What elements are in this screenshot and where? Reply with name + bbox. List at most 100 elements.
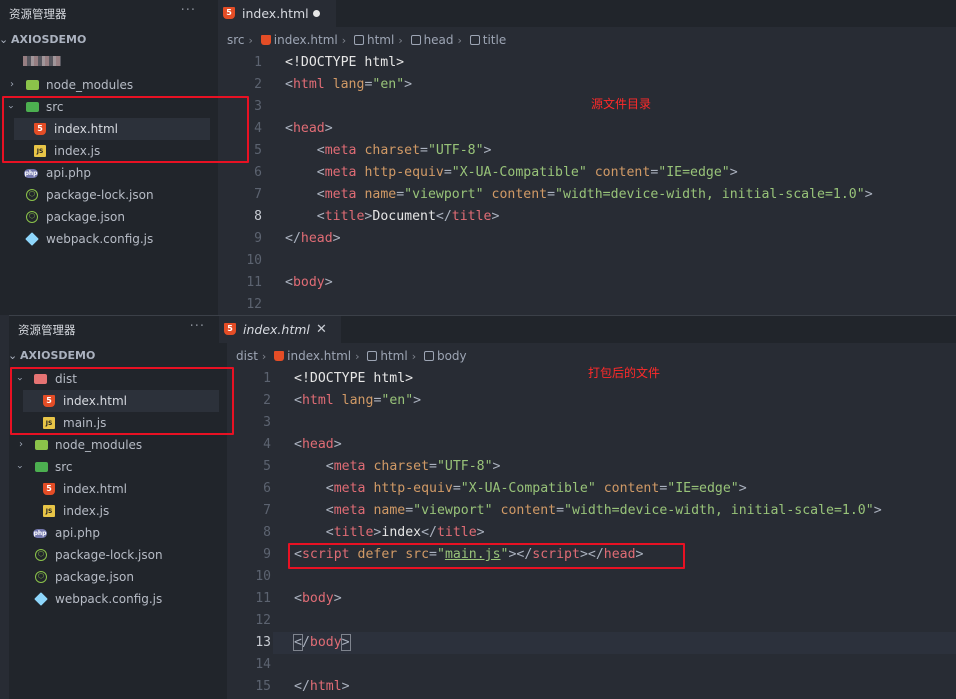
chevron-right-icon: › (10, 79, 14, 90)
line-number: 12 (255, 613, 271, 628)
tree-item-src-index-html[interactable]: 5 index.html (23, 478, 219, 500)
code-line: <body> (285, 275, 333, 290)
tree-item-label: package-lock.json (46, 188, 154, 202)
tree-item-label: src (55, 460, 73, 474)
tree-item-label: api.php (46, 166, 91, 180)
line-number: 9 (254, 231, 262, 246)
line-number: 11 (246, 275, 262, 290)
breadcrumb: src › index.html › html › head › title (227, 33, 507, 47)
html-file-icon: 5 (223, 7, 235, 19)
code-line: </body> (293, 634, 351, 651)
tree-item-node-modules[interactable]: › node_modules (0, 74, 218, 96)
code-line: <!DOCTYPE html> (285, 55, 405, 70)
element-icon (410, 35, 421, 45)
breadcrumb-item[interactable]: dist (236, 349, 258, 363)
close-icon[interactable]: ✕ (316, 316, 327, 343)
current-line-number: 13 (255, 635, 271, 650)
breadcrumb-item[interactable]: src (227, 33, 245, 47)
webpack-file-icon (34, 592, 48, 606)
src-folder-icon (35, 462, 48, 472)
line-number: 7 (263, 503, 271, 518)
breadcrumb-item[interactable]: html (380, 349, 407, 363)
annotation-box-dist (10, 367, 234, 435)
php-file-icon: php (33, 529, 47, 538)
tab-index-html[interactable]: 5 index.html ✕ (219, 316, 341, 343)
html-file-icon: 5 (224, 323, 236, 335)
tree-item-src-index-js[interactable]: JS index.js (23, 500, 219, 522)
webpack-file-icon (25, 232, 39, 246)
tree-item-package-json[interactable]: ⬡ package.json (0, 206, 218, 228)
line-number: 6 (263, 481, 271, 496)
tree-item-webpack-config[interactable]: webpack.config.js (9, 588, 227, 610)
breadcrumb-item[interactable]: body (437, 349, 467, 363)
tree-item-package-lock[interactable]: ⬡ package-lock.json (9, 544, 227, 566)
chevron-down-icon: ⌄ (9, 349, 19, 362)
html-file-icon (274, 351, 285, 361)
tree-item-package-lock[interactable]: ⬡ package-lock.json (0, 184, 218, 206)
code-line: </head> (285, 231, 341, 246)
project-header[interactable]: ⌄AXIOSDEMO (0, 33, 86, 46)
line-number: 14 (255, 657, 271, 672)
tree-item-label: index.html (63, 482, 127, 496)
php-file-icon: php (24, 169, 38, 178)
node-modules-folder-icon (35, 440, 48, 450)
project-name: AXIOSDEMO (11, 33, 87, 46)
tree-item-label: node_modules (46, 78, 134, 92)
code-line: <!DOCTYPE html> (294, 371, 414, 386)
editor-area: 5 index.html ✕ dist › index.html › html › b… (219, 316, 956, 699)
node-modules-folder-icon (26, 80, 39, 90)
breadcrumb-item[interactable]: title (483, 33, 506, 47)
project-header[interactable]: ⌄AXIOSDEMO (9, 349, 95, 362)
line-number: 10 (255, 569, 271, 584)
current-line-number: 8 (254, 209, 262, 224)
npm-file-icon: ⬡ (35, 571, 47, 583)
breadcrumb-item[interactable]: index.html (274, 33, 338, 47)
code-line: <meta name="viewport" content="width=dev… (325, 503, 882, 518)
tree-item-label: package.json (55, 570, 135, 584)
tree-item-label: package.json (46, 210, 126, 224)
tree-item-label: webpack.config.js (46, 232, 154, 246)
breadcrumb: dist › index.html › html › body (236, 349, 467, 363)
line-number: 15 (255, 679, 271, 694)
code-line: <title>Document</title> (316, 209, 500, 224)
tree-item-api-php[interactable]: php api.php (9, 522, 227, 544)
tree-item-webpack-config[interactable]: webpack.config.js (0, 228, 218, 250)
unsaved-dot-icon[interactable] (313, 10, 320, 17)
line-number: 1 (254, 55, 262, 70)
element-icon (423, 351, 434, 361)
code-line: <meta charset="UTF-8"> (325, 459, 501, 474)
tree-item-label: package-lock.json (55, 548, 163, 562)
breadcrumb-item[interactable]: head (424, 33, 454, 47)
annotation-note: 源文件目录 (591, 97, 652, 111)
code-line: <meta http-equiv="X-UA-Compatible" conte… (325, 481, 747, 496)
more-actions-icon[interactable]: ··· (181, 3, 196, 18)
blurred-item (23, 56, 61, 66)
line-number: 2 (254, 77, 262, 92)
element-icon (353, 35, 364, 45)
code-line: <meta name="viewport" content="width=dev… (316, 187, 873, 202)
editor-area: 5 index.html src › index.html › html › head… (218, 0, 956, 315)
line-number: 10 (246, 253, 262, 268)
code-line: <html lang="en"> (294, 393, 422, 408)
annotation-box-script (288, 543, 685, 569)
chevron-down-icon: › (14, 465, 25, 469)
tree-item-api-php[interactable]: php api.php (0, 162, 218, 184)
breadcrumb-item[interactable]: index.html (287, 349, 351, 363)
js-file-icon: JS (43, 505, 55, 517)
code-line: <meta charset="UTF-8"> (316, 143, 492, 158)
tree-item-package-json[interactable]: ⬡ package.json (9, 566, 227, 588)
tab-index-html[interactable]: 5 index.html (218, 0, 336, 27)
tree-item-label: node_modules (55, 438, 143, 452)
element-icon (469, 35, 480, 45)
explorer-title: 资源管理器 (9, 7, 67, 21)
code-line: <title>index</title> (325, 525, 485, 540)
tree-item-src[interactable]: › src (9, 456, 227, 478)
breadcrumb-item[interactable]: html (367, 33, 394, 47)
more-actions-icon[interactable]: ··· (190, 319, 205, 334)
top-screenshot-pane: 资源管理器 ··· ⌄ AXIOSDEMO › node_modules › sr… (0, 0, 956, 315)
current-line-highlight (273, 632, 956, 654)
npm-file-icon: ⬡ (26, 211, 38, 223)
tree-item-node-modules[interactable]: › node_modules (9, 434, 227, 456)
line-number: 9 (263, 547, 271, 562)
code-line: <meta http-equiv="X-UA-Compatible" conte… (316, 165, 738, 180)
